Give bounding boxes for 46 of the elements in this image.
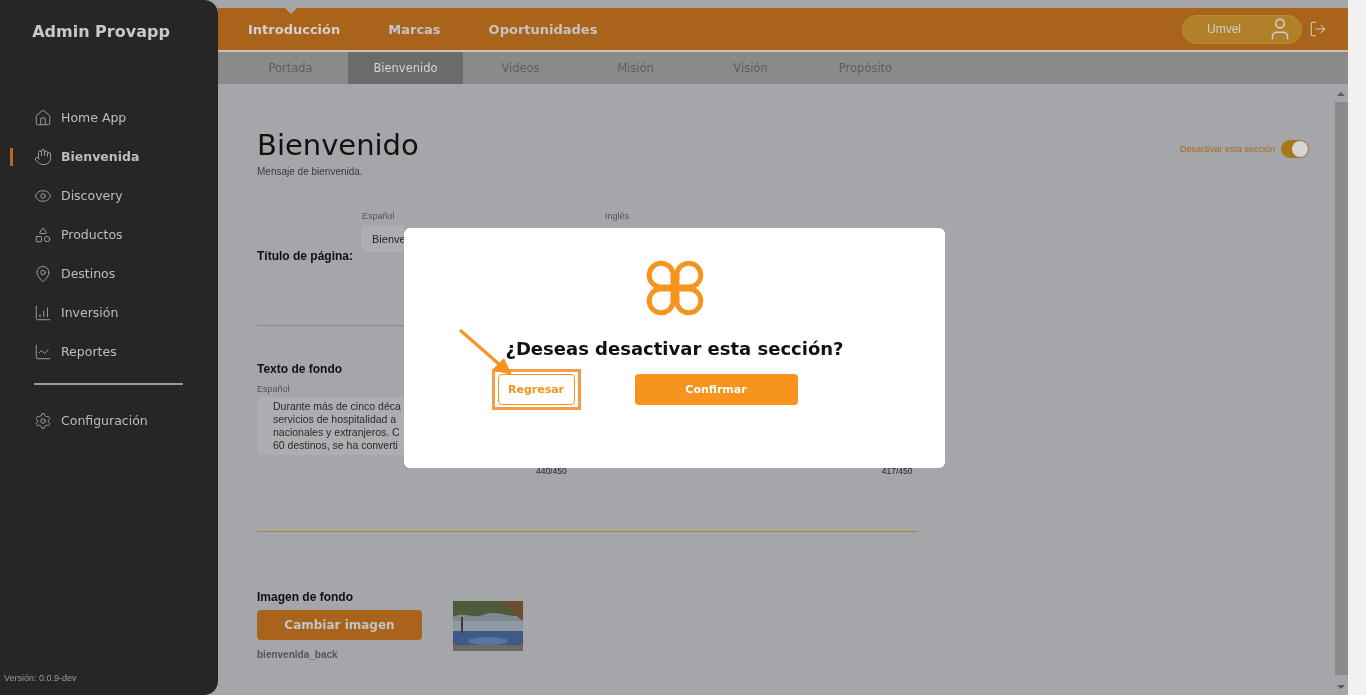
version-text: Versión: 0.0.9-dev	[4, 673, 78, 683]
sidebar-item[interactable]: Configuración	[0, 401, 218, 440]
map-pin-icon	[34, 264, 52, 283]
section-toggle[interactable]	[1281, 140, 1309, 158]
sidebar-item[interactable]: Reportes	[0, 332, 218, 371]
scroll-down-icon[interactable]	[1336, 683, 1346, 691]
sidebar-item[interactable]: Home App	[0, 98, 218, 137]
file-name: bienvenida_back	[257, 649, 339, 660]
sidebar-item[interactable]: Destinos	[0, 254, 218, 293]
field-label: Texto de fondo	[257, 362, 344, 376]
language-label: Inglés	[605, 211, 630, 221]
page-subtitle: Mensaje de bienvenida.	[257, 166, 364, 177]
user-button[interactable]: Umvel	[1182, 14, 1302, 44]
settings-icon	[34, 411, 52, 430]
language-label: Español	[362, 211, 395, 221]
top-tab[interactable]: Introducción	[248, 21, 341, 37]
char-counter: 417/450	[881, 466, 913, 476]
shapes-icon	[34, 225, 52, 244]
text-area[interactable]: Durante más de cinco déca servicios de hospitalidad a nacionales y extranjeros. C 60 destinos, se ha converti	[257, 397, 404, 455]
field-label: Imagen de fondo	[257, 590, 354, 604]
top-tab[interactable]: Oportunidades	[488, 21, 598, 37]
scrollbar[interactable]	[1348, 0, 1366, 695]
toggle-label: Desactivar esta sección	[1179, 144, 1275, 154]
line-chart-icon	[34, 342, 52, 361]
app-title: Admin Provapp	[32, 22, 170, 41]
sidebar-item[interactable]: Inversión	[0, 293, 218, 332]
input-field[interactable]: Bienve	[362, 225, 404, 252]
bar-chart-icon	[34, 303, 52, 322]
field-label: Título de página:	[257, 248, 354, 265]
scroll-up-icon[interactable]	[1336, 90, 1346, 98]
page-title: Bienvenido	[257, 128, 419, 162]
house-icon	[34, 108, 52, 127]
sidebar-item[interactable]: Discovery	[0, 176, 218, 215]
change-image-button[interactable]: Cambiar imagen	[257, 610, 422, 640]
logout-icon[interactable]	[1309, 20, 1327, 38]
dialog-question: ¿Deseas desactivar esta sección?	[505, 338, 844, 359]
confirm-button[interactable]: Confirmar	[634, 374, 798, 405]
char-counter: 440/450	[536, 466, 567, 476]
sub-tab[interactable]: Bienvenido	[348, 52, 463, 84]
sidebar-item[interactable]: Bienvenida	[0, 137, 218, 176]
top-tab[interactable]: Marcas	[388, 21, 441, 37]
hand-icon	[34, 147, 52, 166]
active-indicator	[10, 148, 13, 166]
language-label: Español	[257, 384, 290, 394]
back-button[interactable]: Regresar	[497, 374, 575, 405]
sidebar-item[interactable]: Productos	[0, 215, 218, 254]
